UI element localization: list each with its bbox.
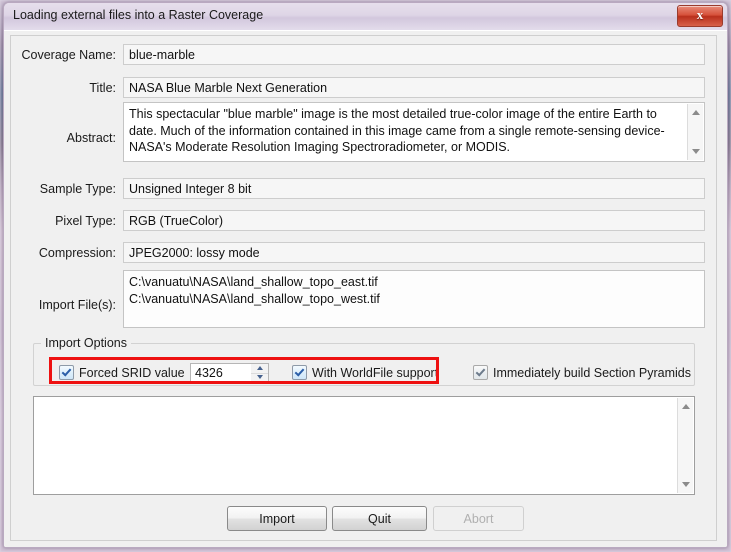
forced-srid-label: Forced SRID value: [79, 365, 185, 380]
log-scrollbar[interactable]: [677, 398, 693, 493]
coverage-name-input[interactable]: blue-marble: [123, 44, 705, 65]
abstract-label: Abstract:: [66, 131, 116, 145]
pixel-type-input[interactable]: RGB (TrueColor): [123, 210, 705, 231]
close-button[interactable]: x: [677, 5, 723, 27]
worldfile-label: With WorldFile support: [312, 365, 439, 380]
scroll-up-icon[interactable]: [688, 105, 703, 120]
dialog-window: Loading external files into a Raster Cov…: [3, 2, 728, 548]
window-title: Loading external files into a Raster Cov…: [13, 8, 264, 22]
quit-button[interactable]: Quit: [332, 506, 427, 531]
abstract-text: This spectacular "blue marble" image is …: [129, 107, 665, 154]
srid-value-input[interactable]: 4326: [190, 363, 253, 382]
checkbox-checked-icon: [59, 365, 74, 380]
title-input[interactable]: NASA Blue Marble Next Generation: [123, 77, 705, 98]
checkbox-checked-icon: [473, 365, 488, 380]
compression-label: Compression:: [38, 246, 116, 260]
worldfile-checkbox[interactable]: With WorldFile support: [292, 365, 438, 380]
checkbox-checked-icon: [292, 365, 307, 380]
abort-button: Abort: [433, 506, 524, 531]
scroll-down-icon[interactable]: [688, 144, 703, 159]
close-icon: x: [696, 7, 704, 22]
srid-spinner[interactable]: [251, 363, 269, 382]
title-bar: Loading external files into a Raster Cov…: [4, 3, 727, 31]
import-files-label: Import File(s):: [38, 298, 116, 312]
pyramids-label: Immediately build Section Pyramids: [493, 365, 691, 380]
log-output-textarea[interactable]: [33, 396, 695, 495]
import-options-group-label: Import Options: [41, 336, 131, 350]
form-panel: Coverage Name: blue-marble Title: NASA B…: [10, 35, 717, 541]
dialog-client-area: Coverage Name: blue-marble Title: NASA B…: [4, 30, 727, 547]
abstract-scrollbar[interactable]: [687, 104, 703, 160]
import-files-textarea[interactable]: C:\vanuatu\NASA\land_shallow_topo_east.t…: [123, 270, 705, 328]
import-button[interactable]: Import: [227, 506, 327, 531]
sample-type-input[interactable]: Unsigned Integer 8 bit: [123, 178, 705, 199]
forced-srid-checkbox[interactable]: Forced SRID value: [59, 365, 185, 380]
pixel-type-label: Pixel Type:: [55, 214, 116, 228]
spinner-down-icon[interactable]: [251, 373, 268, 382]
scroll-down-icon[interactable]: [678, 477, 693, 492]
pyramids-checkbox[interactable]: Immediately build Section Pyramids: [473, 365, 691, 380]
scroll-up-icon[interactable]: [678, 399, 693, 414]
sample-type-label: Sample Type:: [39, 182, 116, 196]
abstract-textarea[interactable]: This spectacular "blue marble" image is …: [123, 102, 705, 162]
coverage-name-label: Coverage Name:: [21, 48, 117, 62]
title-label: Title:: [89, 81, 116, 95]
compression-input[interactable]: JPEG2000: lossy mode: [123, 242, 705, 263]
